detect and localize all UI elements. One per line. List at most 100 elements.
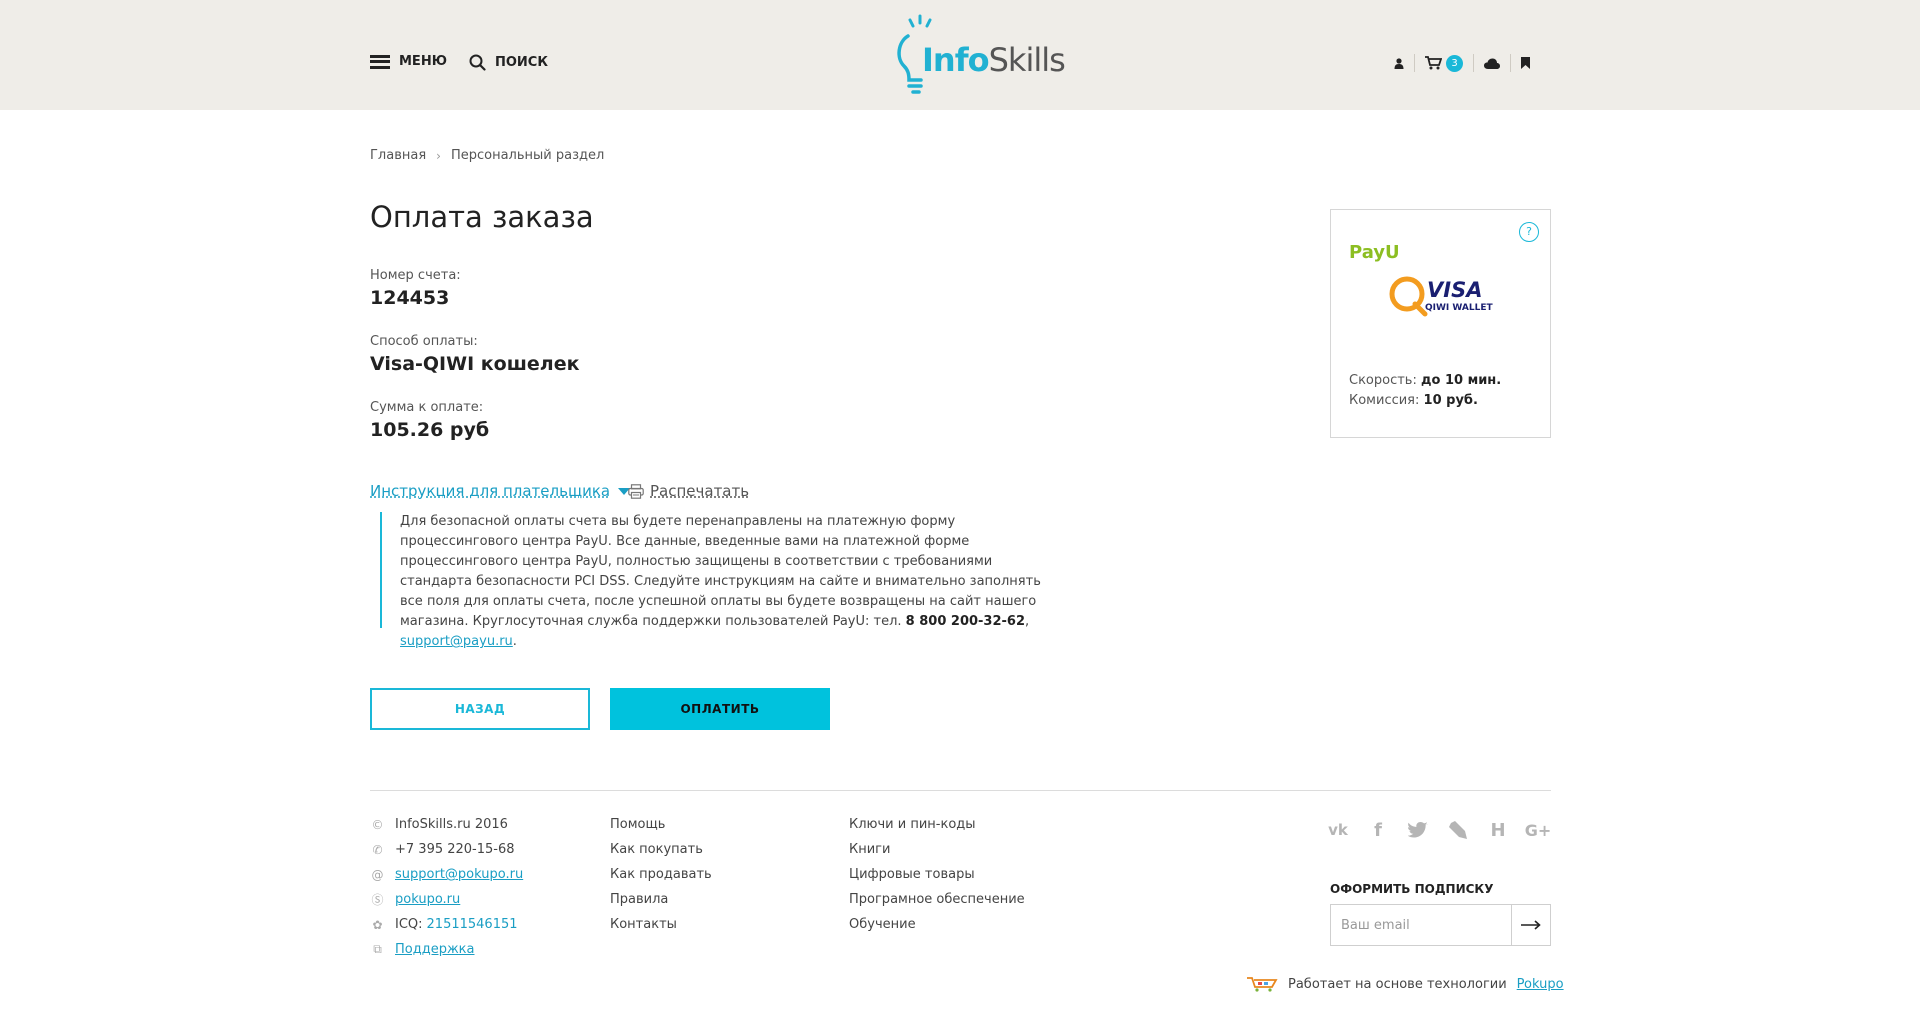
breadcrumb: Главная › Персональный раздел [370,148,604,163]
site-logo[interactable]: InfoSkills [892,14,1066,96]
footer-link-how-to-buy[interactable]: Как покупать [610,842,703,857]
menu-button[interactable]: МЕНЮ [370,54,447,69]
twitter-icon[interactable] [1408,820,1428,840]
habr-icon[interactable]: H [1488,820,1508,841]
pay-button[interactable]: ОПЛАТИТЬ [610,688,830,730]
search-button[interactable]: ПОИСК [469,54,548,71]
breadcrumb-current: Персональный раздел [450,148,605,163]
speed-value: до 10 мин. [1421,373,1502,388]
search-label: ПОИСК [495,55,548,70]
visa-wordmark: VISA [1427,278,1483,302]
payment-method-card: ? PayU VISA QIWI WALLET Скорость: до 10 … [1330,209,1551,438]
site-header: МЕНЮ ПОИСК InfoSkills 3 [0,0,1920,110]
google-plus-icon[interactable]: G+ [1525,820,1552,840]
payu-logo: PayU [1349,242,1400,263]
support-email-link[interactable]: support@payu.ru [400,634,513,649]
print-label: Распечатать [650,482,750,500]
menu-label: МЕНЮ [399,54,447,69]
footer-link-software[interactable]: Програмное обеспечение [849,892,1025,907]
facebook-icon[interactable]: f [1368,820,1388,841]
footer-link-how-to-sell[interactable]: Как продавать [610,867,712,882]
cloud-button[interactable] [1473,54,1510,72]
footer-divider [370,790,1551,791]
footer-email-link[interactable]: support@pokupo.ru [395,867,523,882]
cart-icon [1425,56,1442,70]
footer-link-rules[interactable]: Правила [610,892,668,907]
footer-link-keys[interactable]: Ключи и пин-коды [849,817,976,832]
chevron-right-icon: › [436,148,441,163]
footer-link-help[interactable]: Помощь [610,817,665,832]
bookmark-icon [1521,57,1530,69]
footer-link-books[interactable]: Книги [849,842,890,857]
pokupo-link[interactable]: Pokupo [1517,977,1564,992]
support-row: ⧉ Поддержка [370,941,523,958]
icq-row: ✿ ICQ: 21511546151 [370,916,523,933]
skype-link[interactable]: pokupo.ru [395,892,460,907]
cart-button[interactable]: 3 [1414,54,1473,72]
logo-part-skills: Skills [988,41,1066,79]
instructions-panel: Для безопасной оплаты счета вы будете пе… [380,512,1060,649]
printer-icon [628,483,644,499]
fee-label: Комиссия: [1349,393,1420,408]
invoice-label: Номер счета: [370,268,461,283]
qiwi-wallet-wordmark: QIWI WALLET [1425,303,1493,313]
footer-link-digital[interactable]: Цифровые товары [849,867,975,882]
bookmark-button[interactable] [1510,54,1540,72]
footer-link-contacts[interactable]: Контакты [610,917,677,932]
user-icon [1394,57,1404,69]
icq-label: ICQ: [395,917,423,932]
copyright-text: InfoSkills.ru 2016 [395,817,508,832]
instructions-text: Для безопасной оплаты счета вы будете пе… [400,514,1041,629]
copyright-row: © InfoSkills.ru 2016 [370,816,523,833]
header-icons: 3 [1384,54,1540,72]
help-icon[interactable]: ? [1519,222,1539,242]
footer-category-links: Ключи и пин-коды Книги Цифровые товары П… [849,816,1025,933]
support-phone: 8 800 200-32-62 [905,614,1026,629]
skype-row: Ⓢ pokupo.ru [370,891,523,908]
fee-row: Комиссия: 10 руб. [1349,393,1478,408]
breadcrumb-home[interactable]: Главная [370,148,426,163]
powered-text: Работает на основе технологии [1288,976,1507,992]
social-links: vk f H G+ [1328,820,1552,841]
hamburger-icon [370,54,390,69]
cloud-icon [1484,58,1500,69]
phone-row: ✆ +7 395 220-15-68 [370,841,523,858]
powered-by: Работает на основе технологии Pokupo [1246,976,1564,992]
payment-method-value: Visa-QIWI кошелек [370,353,580,375]
instructions-toggle[interactable]: Инструкция для плательщика [370,482,631,500]
subscribe-form [1330,904,1551,946]
support-window-icon: ⧉ [373,942,382,956]
logo-wordmark: InfoSkills [922,41,1066,79]
livejournal-icon[interactable] [1448,820,1468,840]
footer-contacts: © InfoSkills.ru 2016 ✆ +7 395 220-15-68 … [370,816,523,958]
footer-help-links: Помощь Как покупать Как продавать Правил… [610,816,712,933]
instructions-toggle-label: Инструкция для плательщика [370,482,611,500]
account-button[interactable] [1384,54,1414,72]
speed-row: Скорость: до 10 мин. [1349,373,1501,388]
support-link[interactable]: Поддержка [395,942,475,957]
speed-label: Скорость: [1349,373,1417,388]
amount-label: Сумма к оплате: [370,400,484,415]
amount-value: 105.26 руб [370,419,490,441]
phone-icon: ✆ [372,842,383,857]
footer-link-education[interactable]: Обучение [849,917,916,932]
pokupo-cart-logo-icon [1247,977,1278,992]
arrow-right-icon [1521,920,1541,930]
icq-flower-icon: ✿ [372,917,383,932]
subscribe-title: ОФОРМИТЬ ПОДПИСКУ [1330,882,1494,896]
page-title: Оплата заказа [370,200,594,234]
vk-icon[interactable]: vk [1328,820,1348,840]
subscribe-email-input[interactable] [1331,905,1511,945]
skype-icon: Ⓢ [371,893,384,907]
print-button[interactable]: Распечатать [628,482,749,500]
subscribe-submit-button[interactable] [1511,905,1550,945]
payment-method-label: Способ оплаты: [370,334,478,349]
cart-count-badge: 3 [1446,54,1463,72]
visa-qiwi-logo: VISA QIWI WALLET [1387,274,1497,320]
email-row: @ support@pokupo.ru [370,866,524,883]
search-icon [469,54,486,71]
back-button[interactable]: НАЗАД [370,688,590,730]
phone-text: +7 395 220-15-68 [395,842,515,857]
logo-part-info: Info [922,41,990,79]
copyright-icon: © [371,817,384,832]
